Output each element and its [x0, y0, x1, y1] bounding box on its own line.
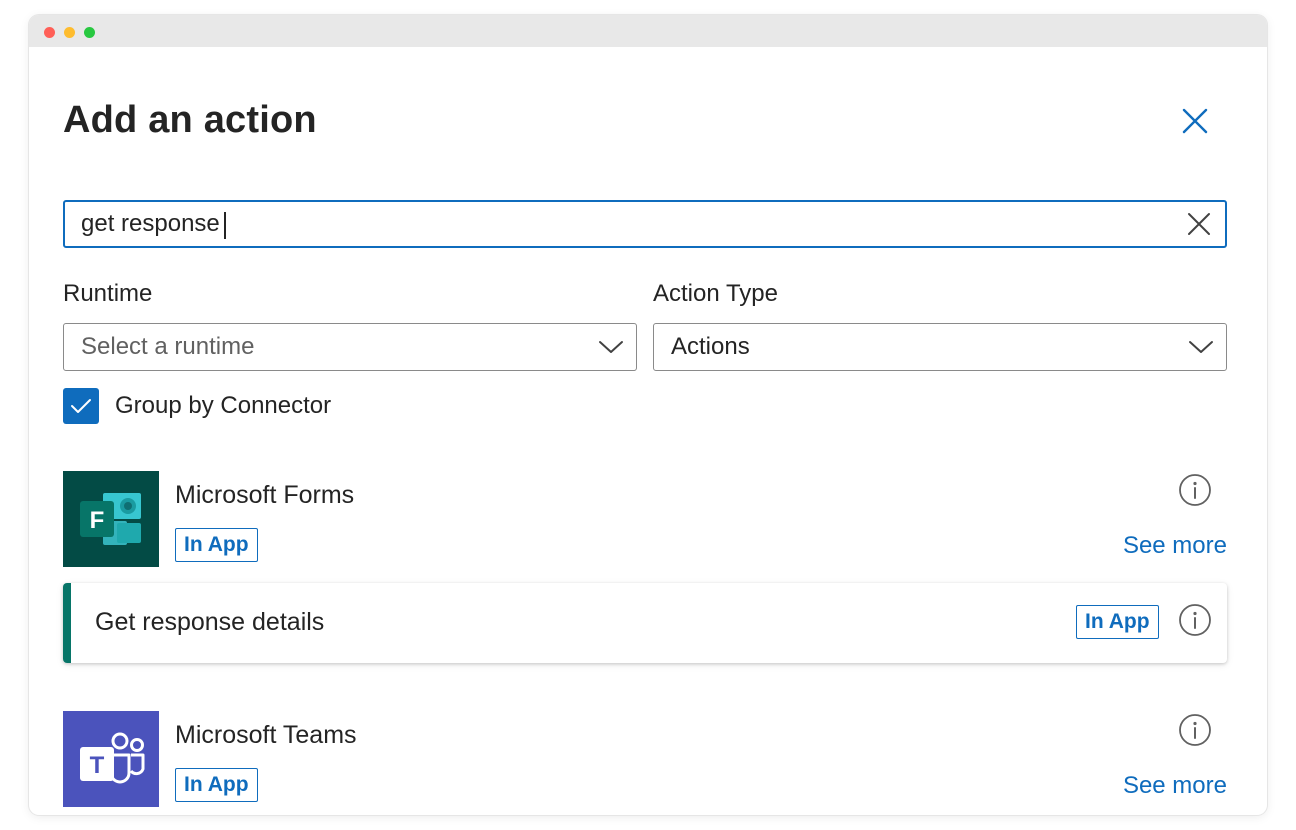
checkmark-icon [71, 399, 91, 413]
see-more-teams-link[interactable]: See more [1123, 772, 1227, 800]
group-by-connector-checkbox[interactable] [63, 388, 99, 424]
search-box [63, 200, 1227, 248]
chevron-down-icon [599, 341, 623, 353]
see-more-forms-link[interactable]: See more [1123, 532, 1227, 560]
search-input[interactable] [65, 202, 1179, 246]
connector-name-teams[interactable]: Microsoft Teams [175, 721, 357, 750]
action-accent-bar [63, 583, 71, 663]
forms-logo-graphic: F [80, 493, 141, 545]
action-info-button[interactable] [1178, 603, 1212, 637]
in-app-badge: In App [175, 768, 258, 802]
connector-name-forms[interactable]: Microsoft Forms [175, 481, 354, 510]
group-by-connector-label: Group by Connector [115, 392, 332, 419]
teams-logo-graphic: T [80, 732, 145, 784]
runtime-label: Runtime [63, 280, 153, 307]
panel-title: Add an action [63, 99, 317, 141]
group-by-connector-toggle[interactable]: Group by Connector [63, 388, 331, 424]
dismiss-icon [1188, 213, 1210, 235]
chevron-down-icon [1189, 341, 1213, 353]
clear-search-button[interactable] [1179, 204, 1219, 244]
runtime-dropdown-value: Select a runtime [81, 333, 255, 360]
info-icon [1179, 604, 1211, 636]
action-type-label: Action Type [653, 280, 778, 307]
close-panel-button[interactable] [1177, 103, 1213, 139]
teams-info-button[interactable] [1178, 713, 1212, 747]
close-icon [1182, 108, 1208, 134]
action-type-dropdown-value: Actions [671, 333, 750, 360]
forms-info-button[interactable] [1178, 473, 1212, 507]
text-cursor [223, 212, 226, 239]
window-maximize-dot[interactable] [84, 27, 95, 38]
microsoft-forms-icon[interactable]: F [63, 471, 159, 567]
svg-text:F: F [90, 507, 105, 534]
action-type-dropdown[interactable]: Actions [653, 323, 1227, 371]
in-app-badge: In App [1076, 605, 1159, 639]
runtime-dropdown[interactable]: Select a runtime [63, 323, 637, 371]
action-label: Get response details [95, 608, 325, 636]
in-app-badge: In App [175, 528, 258, 562]
window-close-dot[interactable] [44, 27, 55, 38]
window-titlebar [29, 15, 1267, 47]
svg-text:T: T [90, 752, 105, 779]
window-minimize-dot[interactable] [64, 27, 75, 38]
info-icon [1179, 714, 1211, 746]
app-window: Add an action Runtime Action Type Select… [29, 15, 1267, 815]
action-item-get-response-details[interactable]: Get response details In App [63, 583, 1227, 663]
info-icon [1179, 474, 1211, 506]
microsoft-teams-icon[interactable]: T [63, 711, 159, 807]
